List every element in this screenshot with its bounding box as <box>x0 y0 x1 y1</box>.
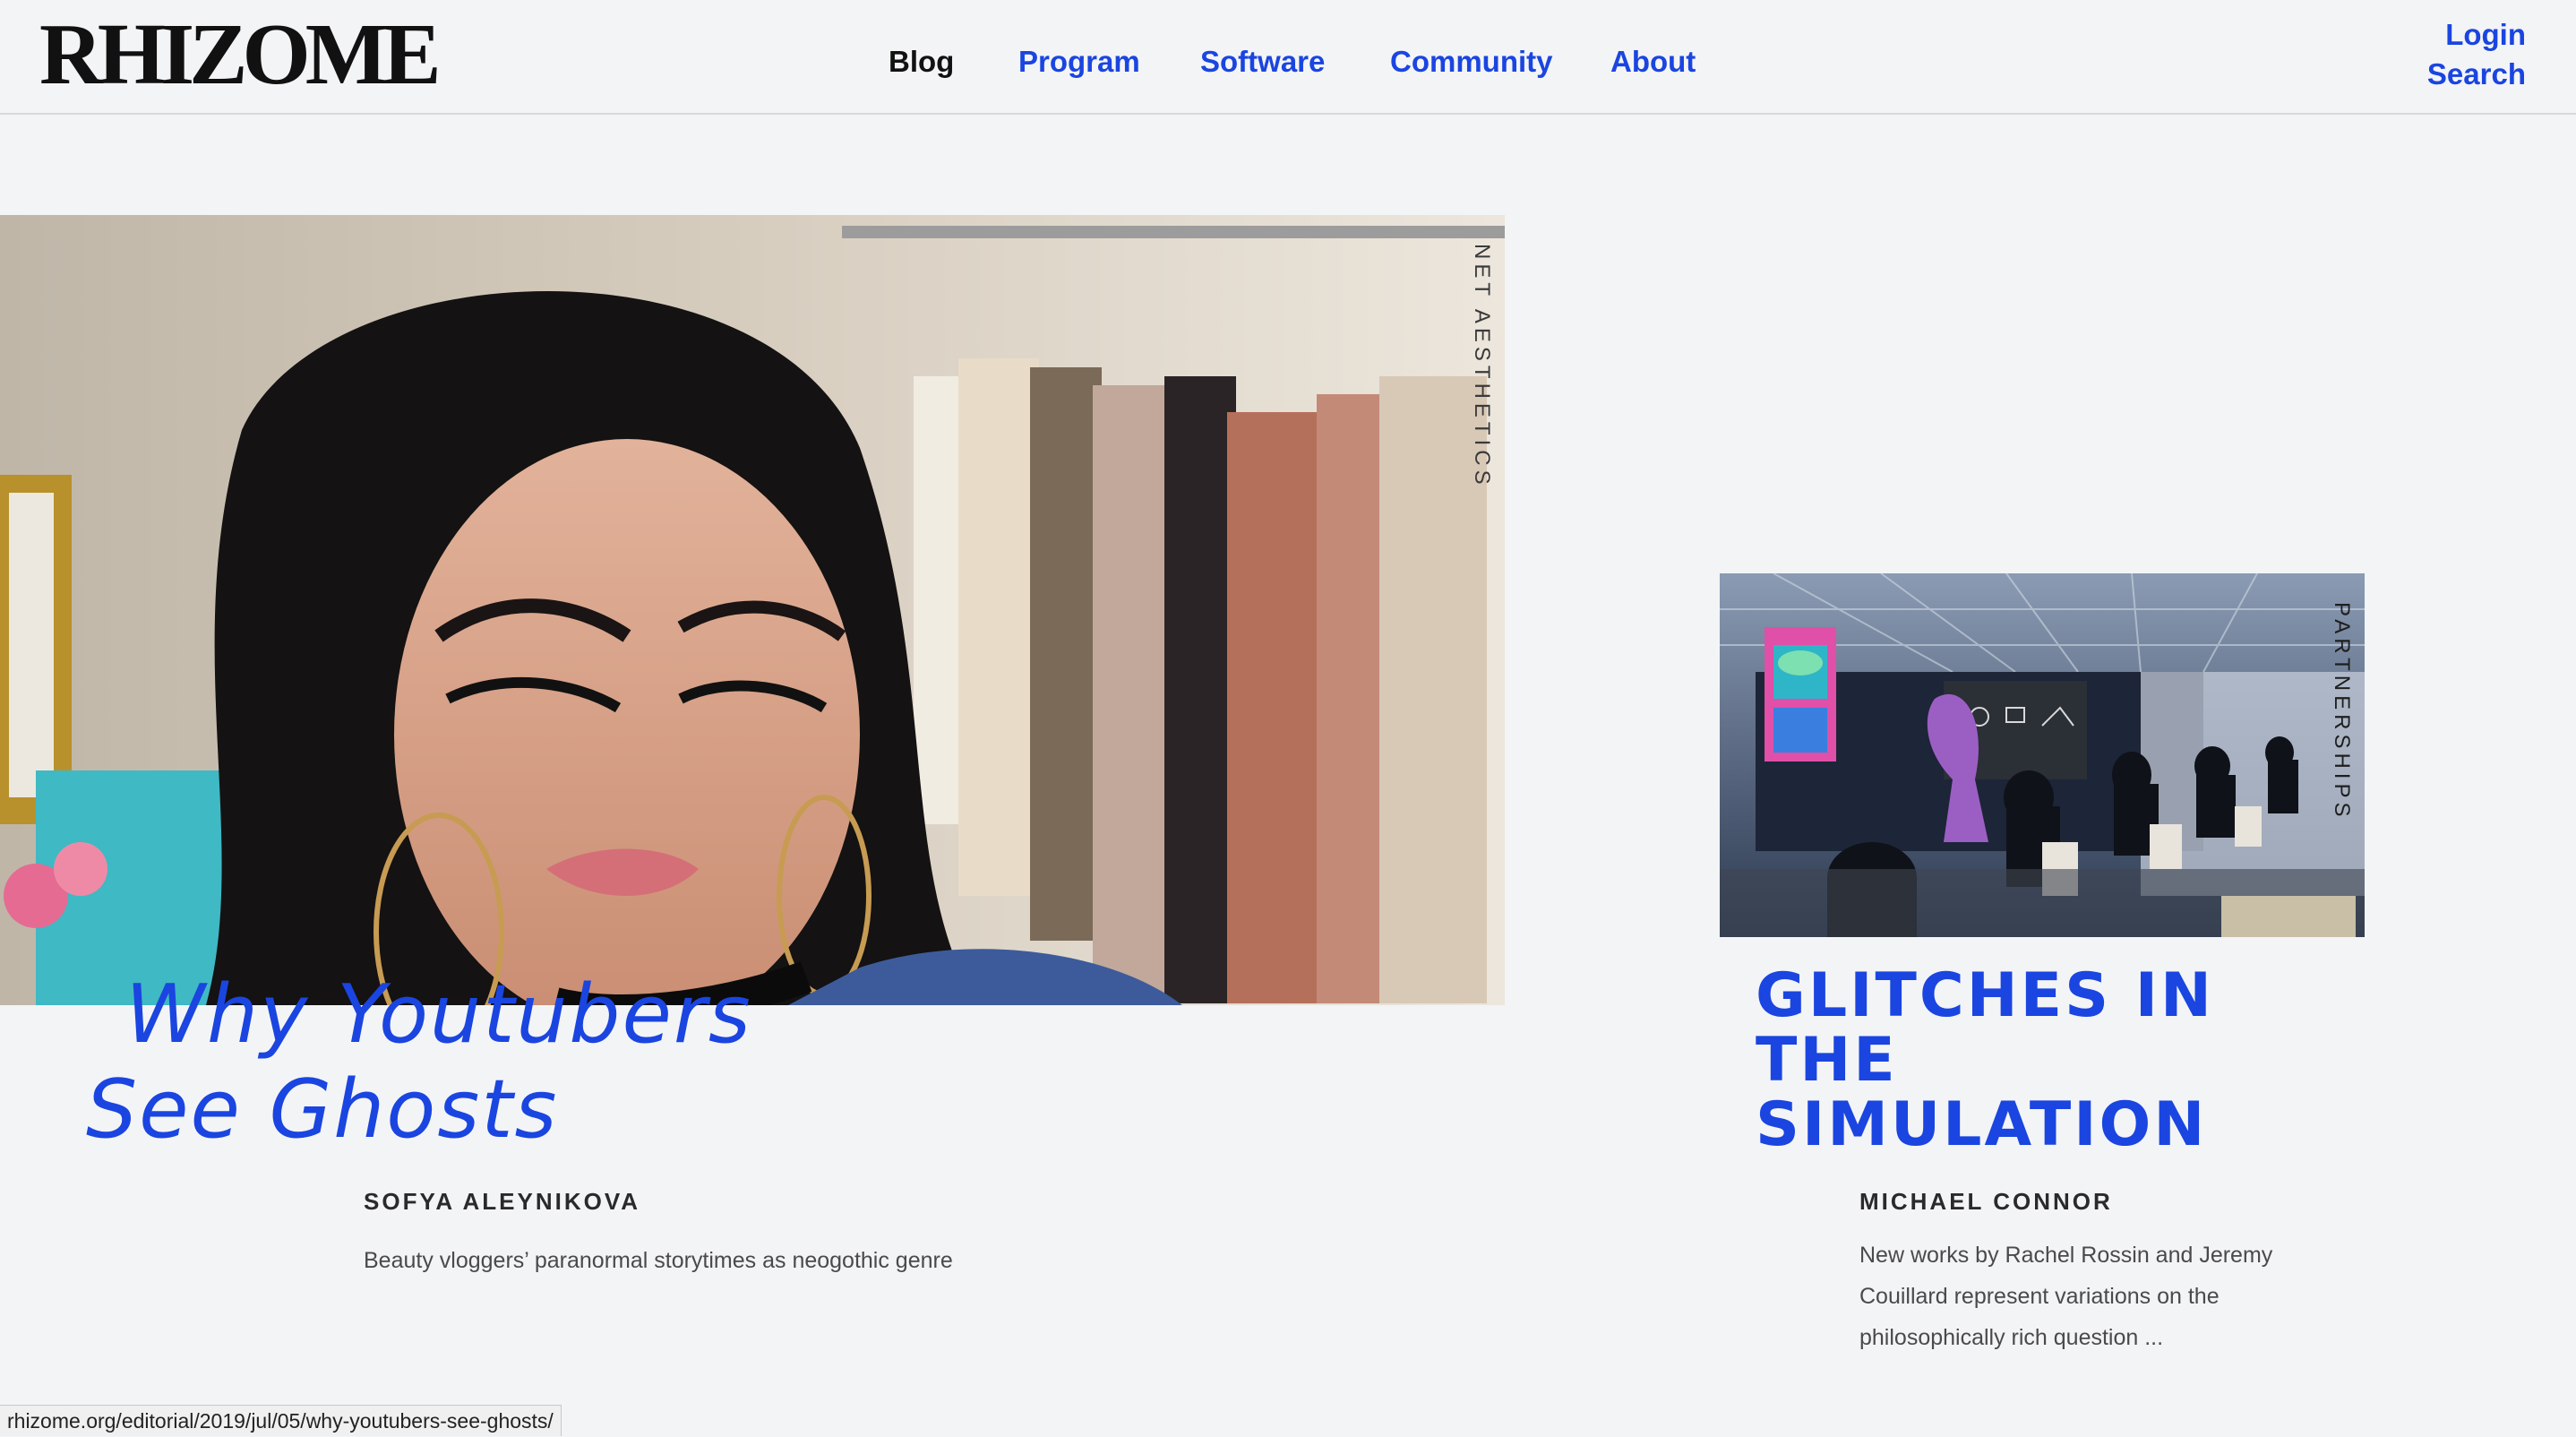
feature-image-youtubers[interactable] <box>0 215 1505 1005</box>
virtual-room-photo <box>1720 573 2365 937</box>
login-link[interactable]: Login <box>2445 18 2526 52</box>
nav-software[interactable]: Software <box>1200 39 1325 84</box>
category-tag-net-aesthetics[interactable]: NET AESTHETICS <box>1469 244 1494 489</box>
nav-program[interactable]: Program <box>1018 39 1140 84</box>
category-tag-partnerships[interactable]: PARTNERSHIPS <box>2329 602 2354 822</box>
title-line-2: See Ghosts <box>86 1063 559 1157</box>
article-description: Beauty vloggers’ paranormal storytimes a… <box>364 1248 953 1273</box>
site-header: RHIZOME Blog Program Software Community … <box>0 0 2576 115</box>
article-title-glitches[interactable]: GLITCHES IN THE SIMULATION <box>1756 964 2257 1157</box>
search-link[interactable]: Search <box>2427 57 2526 91</box>
vlogger-photo <box>0 215 1505 1005</box>
title-line-1: Why Youtubers <box>125 968 752 1062</box>
site-logo[interactable]: RHIZOME <box>39 11 442 99</box>
article-title-youtubers[interactable]: Why Youtubers See Ghosts <box>86 968 1021 1157</box>
author-name[interactable]: SOFYA ALEYNIKOVA <box>364 1188 640 1216</box>
author-name[interactable]: MICHAEL CONNOR <box>1859 1188 2113 1216</box>
feature-image-glitches[interactable] <box>1720 573 2365 937</box>
link-status-bar: rhizome.org/editorial/2019/jul/05/why-yo… <box>0 1405 562 1436</box>
nav-about[interactable]: About <box>1610 39 1696 84</box>
article-description: New works by Rachel Rossin and Jeremy Co… <box>1859 1243 2273 1350</box>
nav-community[interactable]: Community <box>1390 39 1553 84</box>
nav-blog[interactable]: Blog <box>889 39 954 84</box>
